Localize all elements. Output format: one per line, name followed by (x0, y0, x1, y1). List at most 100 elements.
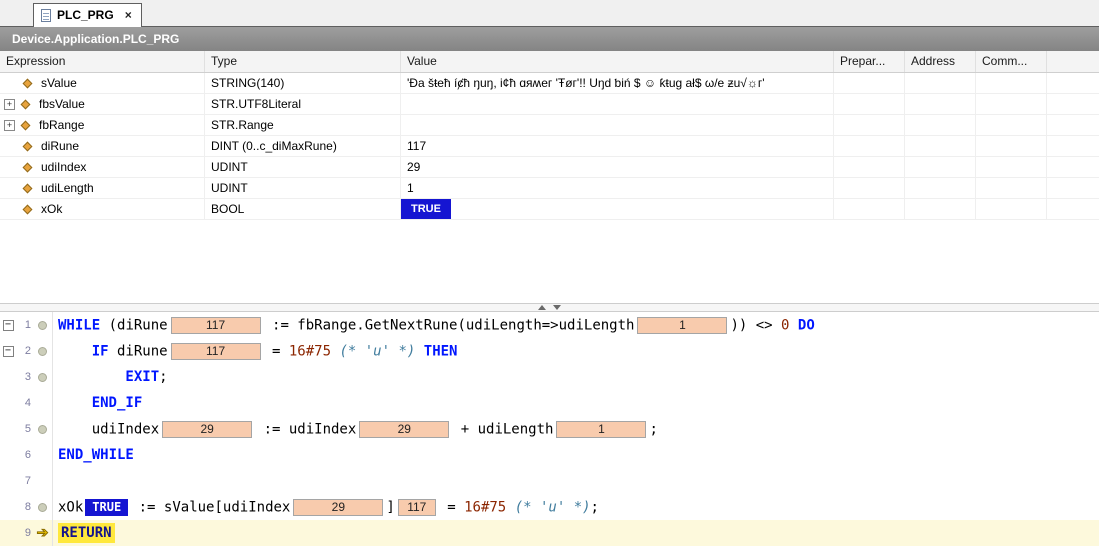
inline-value-box: 117 (171, 317, 261, 334)
variable-icon (23, 162, 33, 172)
expression-cell: udiLength (0, 178, 205, 198)
splitter-handle[interactable] (0, 303, 1099, 312)
collapse-icon[interactable]: − (3, 320, 14, 331)
value-cell[interactable]: TRUE (401, 199, 834, 219)
value-cell[interactable]: 117 (401, 136, 834, 156)
keyword-token: IF (92, 343, 109, 359)
expression-name: fbsValue (39, 97, 85, 111)
keyword-token: END_IF (92, 395, 143, 411)
variable-icon (23, 78, 33, 88)
type-cell: DINT (0..c_diMaxRune) (205, 136, 401, 156)
code-line-4[interactable]: 4END_IF (0, 390, 1099, 416)
prepared-value-cell[interactable] (834, 94, 905, 114)
keyword-token: WHILE (58, 317, 100, 333)
expand-icon[interactable]: + (4, 99, 15, 110)
code-line-8[interactable]: 8xOkTRUE := sValue[udiIndex29]117 = 16#7… (0, 494, 1099, 520)
expression-name: xOk (41, 202, 62, 216)
column-header-type[interactable]: Type (205, 51, 401, 72)
collapse-icon[interactable]: − (3, 346, 14, 357)
column-header-value[interactable]: Value (401, 51, 834, 72)
watch-row-fbRange[interactable]: +fbRangeSTR.Range (0, 115, 1099, 136)
number-token: 16#75 (464, 499, 506, 515)
code-text: EXIT; (58, 369, 168, 385)
column-header-prepar[interactable]: Prepar... (834, 51, 905, 72)
keyword-token: END_WHILE (58, 447, 134, 463)
prepared-value-cell[interactable] (834, 199, 905, 219)
watch-row-fbsValue[interactable]: +fbsValueSTR.UTF8Literal (0, 94, 1099, 115)
comment-cell (976, 73, 1047, 93)
breakpoint-dot-icon[interactable] (38, 373, 47, 382)
address-cell (905, 115, 976, 135)
prepared-value-cell[interactable] (834, 115, 905, 135)
tab-plc-prg[interactable]: PLC_PRG × (33, 3, 142, 27)
code-line-5[interactable]: 5udiIndex29 := udiIndex29 + udiLength1; (0, 416, 1099, 442)
address-cell (905, 199, 976, 219)
code-token: = (439, 499, 464, 515)
gutter-marker (33, 338, 53, 364)
gutter-marker (33, 442, 53, 468)
tab-label: PLC_PRG (57, 8, 114, 22)
code-token: = (264, 343, 289, 359)
line-number: 2 (16, 345, 33, 357)
code-line-7[interactable]: 7 (0, 468, 1099, 494)
value-cell[interactable]: 29 (401, 157, 834, 177)
expression-cell: xOk (0, 199, 205, 219)
code-text: WHILE (diRune117 := fbRange.GetNextRune(… (58, 317, 815, 334)
code-token: := sValue[udiIndex (130, 499, 290, 515)
code-text: END_IF (58, 395, 142, 411)
value-cell[interactable] (401, 115, 834, 135)
code-line-9[interactable]: 9➔RETURN (0, 520, 1099, 546)
value-cell[interactable]: 1 (401, 178, 834, 198)
column-header-expression[interactable]: Expression (0, 51, 205, 72)
breakpoint-dot-icon[interactable] (38, 425, 47, 434)
value-cell[interactable]: 'Đa šŧeħ íȼħ ŋuŋ, i¢ħ ɑяʍeг 'Ŧøг'!! Uŋd … (401, 73, 834, 93)
code-text: udiIndex29 := udiIndex29 + udiLength1; (58, 421, 658, 438)
expand-icon[interactable]: + (4, 120, 15, 131)
line-number: 9 (16, 527, 33, 539)
filler-cell (1047, 157, 1099, 177)
comment-cell (976, 157, 1047, 177)
prepared-value-cell[interactable] (834, 136, 905, 156)
gutter-collapse: − (0, 320, 16, 331)
code-text: END_WHILE (58, 447, 134, 463)
prepared-value-cell[interactable] (834, 178, 905, 198)
code-line-1[interactable]: −1WHILE (diRune117 := fbRange.GetNextRun… (0, 312, 1099, 338)
prepared-value-cell[interactable] (834, 157, 905, 177)
code-line-6[interactable]: 6END_WHILE (0, 442, 1099, 468)
address-cell (905, 157, 976, 177)
watch-row-udiIndex[interactable]: udiIndexUDINT29 (0, 157, 1099, 178)
watch-row-udiLength[interactable]: udiLengthUDINT1 (0, 178, 1099, 199)
filler-cell (1047, 115, 1099, 135)
code-token: := fbRange.GetNextRune(udiLength=>udiLen… (264, 317, 635, 333)
column-header-address[interactable]: Address (905, 51, 976, 72)
expression-name: udiLength (41, 181, 94, 195)
gutter-marker (33, 364, 53, 390)
code-line-2[interactable]: −2IF diRune117 = 16#75 (* 'u' *) THEN (0, 338, 1099, 364)
code-token: := udiIndex (255, 421, 356, 437)
breakpoint-dot-icon[interactable] (38, 321, 47, 330)
breakpoint-dot-icon[interactable] (38, 347, 47, 356)
value-cell[interactable] (401, 94, 834, 114)
address-cell (905, 94, 976, 114)
watch-row-diRune[interactable]: diRuneDINT (0..c_diMaxRune)117 (0, 136, 1099, 157)
code-line-3[interactable]: 3EXIT; (0, 364, 1099, 390)
gutter-collapse: − (0, 346, 16, 357)
type-cell: STRING(140) (205, 73, 401, 93)
prepared-value-cell[interactable] (834, 73, 905, 93)
breakpoint-dot-icon[interactable] (38, 503, 47, 512)
watch-row-xOk[interactable]: xOkBOOLTRUE (0, 199, 1099, 220)
gutter-marker (33, 416, 53, 442)
code-token: (diRune (100, 317, 167, 333)
address-cell (905, 73, 976, 93)
execution-arrow-icon: ➔ (37, 525, 49, 541)
code-token: ] (386, 499, 394, 515)
inline-bool-box: TRUE (85, 499, 128, 516)
column-header-comm[interactable]: Comm... (976, 51, 1047, 72)
close-icon[interactable]: × (125, 8, 132, 22)
code-token: ; (591, 499, 599, 515)
code-editor[interactable]: −1WHILE (diRune117 := fbRange.GetNextRun… (0, 312, 1099, 548)
code-token: + udiLength (452, 421, 553, 437)
expression-cell: +fbRange (0, 115, 205, 135)
watch-row-sValue[interactable]: sValueSTRING(140)'Đa šŧeħ íȼħ ŋuŋ, i¢ħ ɑ… (0, 73, 1099, 94)
gutter-marker (33, 494, 53, 520)
